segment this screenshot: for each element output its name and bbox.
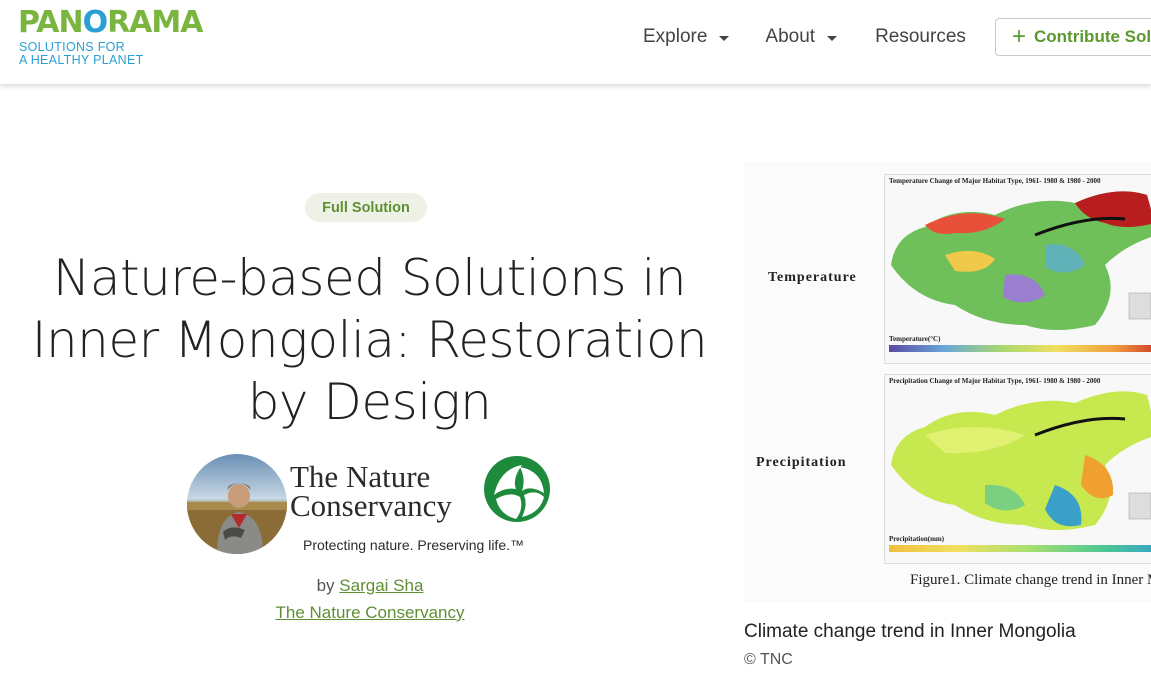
- author-byline: by Sargai Sha: [316, 576, 424, 595]
- author-link[interactable]: Sargai Sha: [339, 576, 423, 595]
- solution-type-badge: Full Solution: [305, 193, 427, 222]
- organization-line: The Nature Conservancy: [0, 603, 740, 623]
- logo-tagline-2: A HEALTHY PLANET: [19, 53, 144, 67]
- figure-label-temperature: Temperature: [768, 270, 857, 285]
- figure-inner-caption: Figure1. Climate change trend in Inner M…: [910, 572, 1151, 588]
- org-logo-line2: Conservancy: [290, 488, 452, 523]
- figure-label-precipitation: Precipitation: [756, 455, 847, 470]
- nav-item-about[interactable]: About: [765, 26, 838, 48]
- tnc-leaf-icon: [484, 456, 550, 522]
- nav-item-resources[interactable]: Resources: [875, 26, 966, 48]
- image-caption: Climate change trend in Inner Mongolia: [744, 621, 1076, 642]
- climate-figure-image[interactable]: Temperature Precipitation Temperature Ch…: [744, 162, 1151, 602]
- author-avatar: [187, 454, 287, 554]
- organization-link[interactable]: The Nature Conservancy: [276, 603, 465, 622]
- panorama-logo[interactable]: PANORAMA SOLUTIONS FOR A HEALTHY PLANET: [18, 6, 233, 68]
- precipitation-map: Precipitation Change of Major Habitat Ty…: [884, 374, 1151, 564]
- chevron-down-icon: [827, 35, 838, 41]
- nav-item-explore[interactable]: Explore: [643, 26, 730, 48]
- site-header: PANORAMA SOLUTIONS FOR A HEALTHY PLANET …: [0, 0, 1151, 85]
- main-nav: Explore About Resources: [643, 24, 966, 50]
- plus-icon: +: [1012, 23, 1027, 50]
- logo-wordmark: PANORAMA: [18, 5, 203, 40]
- chevron-down-icon: [719, 35, 730, 41]
- organization-logo: The Nature Conservancy Protecting nature…: [290, 455, 555, 555]
- contribute-solution-button[interactable]: + Contribute Solution: [995, 18, 1151, 56]
- page-title: Nature-based Solutions in Inner Mongolia…: [31, 249, 708, 431]
- image-credit: © TNC: [744, 651, 793, 668]
- org-logo-tagline: Protecting nature. Preserving life.™: [303, 537, 524, 553]
- temperature-map: Temperature Change of Major Habitat Type…: [884, 174, 1151, 364]
